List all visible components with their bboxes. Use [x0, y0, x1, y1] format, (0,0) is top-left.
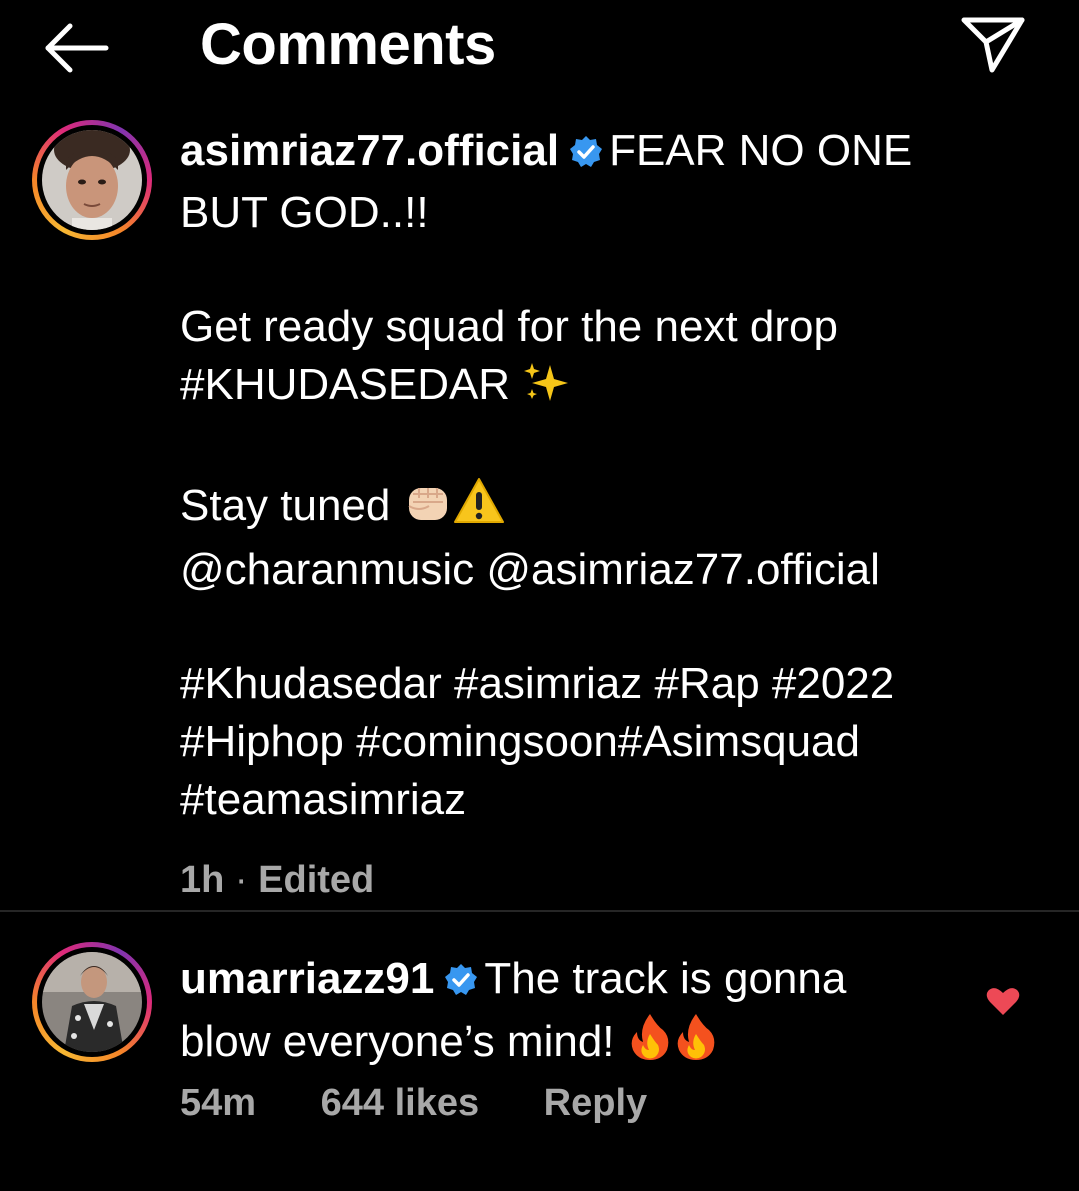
send-icon[interactable] [956, 14, 1028, 76]
post-username[interactable]: asimriaz77.official [180, 126, 559, 175]
warning-icon [453, 476, 505, 541]
post-author-avatar[interactable] [32, 120, 152, 240]
meta-separator: · [234, 859, 248, 901]
avatar-photo [42, 952, 142, 1052]
post-meta: 1h · Edited [180, 851, 1040, 909]
comment-time: 54m [180, 1082, 257, 1124]
top-bar: Comments [0, 0, 1079, 96]
fire-icon [627, 1012, 673, 1077]
comment-author-avatar[interactable] [32, 942, 152, 1062]
caption-line: BUT GOD..!! [180, 188, 429, 237]
reply-button[interactable]: Reply [544, 1082, 647, 1124]
post-caption: asimriaz77.official FEAR NO ONE BUT GOD..… [180, 122, 1040, 909]
post-time: 1h [180, 859, 225, 901]
comment-line: The track is gonna [484, 954, 847, 1003]
verified-badge-icon [569, 126, 603, 184]
hashtag-line[interactable]: #Khudasedar #asimriaz #Rap #2022 [180, 655, 1040, 713]
comment-meta: 54m 644 likes Reply [180, 1082, 701, 1125]
verified-badge-icon [444, 954, 478, 1012]
caption-line: FEAR NO ONE [609, 126, 913, 175]
comment-line: blow everyone’s mind! [180, 1017, 615, 1066]
avatar-photo [42, 130, 142, 230]
like-heart-icon[interactable] [986, 986, 1020, 1016]
comment-text: umarriazz91 The track is gonna blow every… [180, 950, 960, 1077]
mentions-line[interactable]: @charanmusic @asimriaz77.official [180, 541, 1040, 599]
sparkles-icon [522, 361, 572, 420]
hashtag-line[interactable]: #Hiphop #comingsoon#Asimsquad [180, 713, 1040, 771]
caption-line: Get ready squad for the next drop [180, 302, 838, 351]
divider [0, 910, 1079, 912]
comment-username[interactable]: umarriazz91 [180, 954, 434, 1003]
fire-icon [673, 1012, 719, 1077]
raised-fist-icon [403, 476, 453, 541]
edited-label: Edited [258, 859, 375, 901]
hashtag-line[interactable]: #teamasimriaz [180, 771, 1040, 829]
likes-count[interactable]: 644 likes [321, 1082, 479, 1124]
caption-line: Stay tuned [180, 481, 391, 530]
hashtag-link[interactable]: #KHUDASEDAR [180, 360, 510, 409]
back-arrow-icon[interactable] [40, 20, 112, 76]
page-title: Comments [200, 12, 496, 77]
